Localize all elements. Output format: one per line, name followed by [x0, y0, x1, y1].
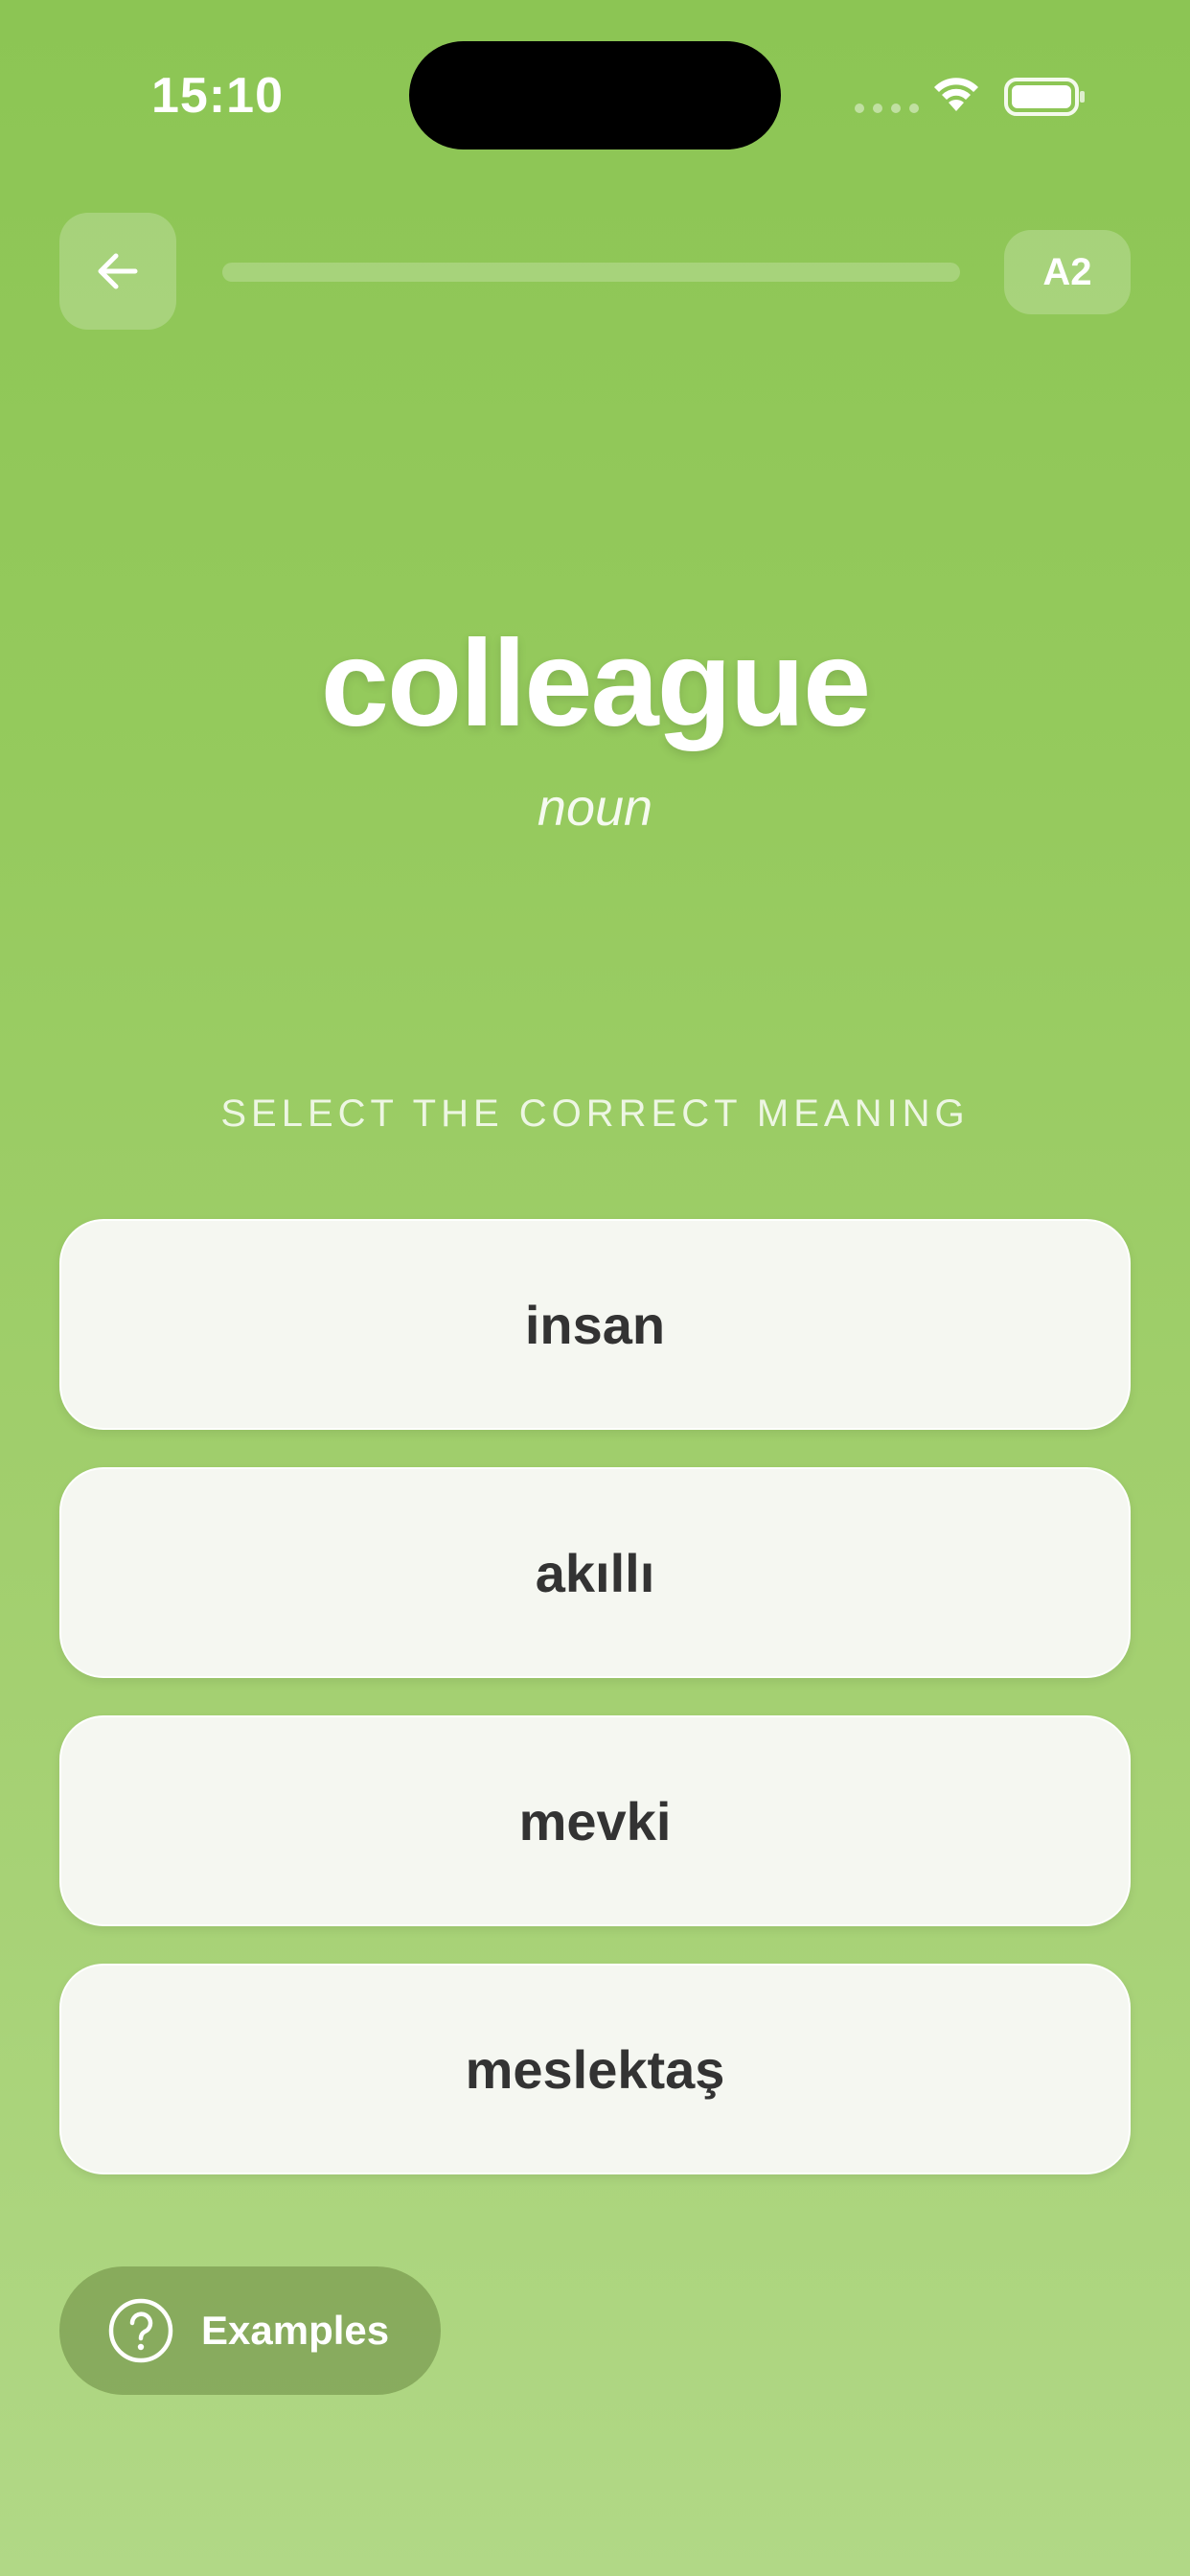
level-badge: A2 [1004, 230, 1131, 314]
answer-option-3[interactable]: mevki [59, 1715, 1131, 1926]
answer-option-2[interactable]: akıllı [59, 1467, 1131, 1678]
dynamic-island [409, 41, 781, 150]
examples-button[interactable]: Examples [59, 2266, 441, 2395]
answer-option-1[interactable]: insan [59, 1219, 1131, 1430]
back-button[interactable] [59, 213, 176, 330]
answer-option-4[interactable]: meslektaş [59, 1964, 1131, 2174]
answer-options: insan akıllı mevki meslektaş [59, 1219, 1131, 2212]
status-time: 15:10 [151, 68, 284, 124]
question-prompt: SELECT THE CORRECT MEANING [220, 1092, 970, 1135]
vocabulary-word: colleague [320, 615, 871, 752]
battery-icon [1004, 78, 1085, 116]
cellular-signal-icon [855, 104, 919, 113]
examples-label: Examples [201, 2308, 390, 2353]
arrow-left-icon [98, 253, 138, 289]
part-of-speech: noun [537, 779, 653, 837]
question-circle-icon [108, 2298, 173, 2363]
wifi-icon [934, 78, 978, 111]
progress-bar [222, 263, 960, 282]
